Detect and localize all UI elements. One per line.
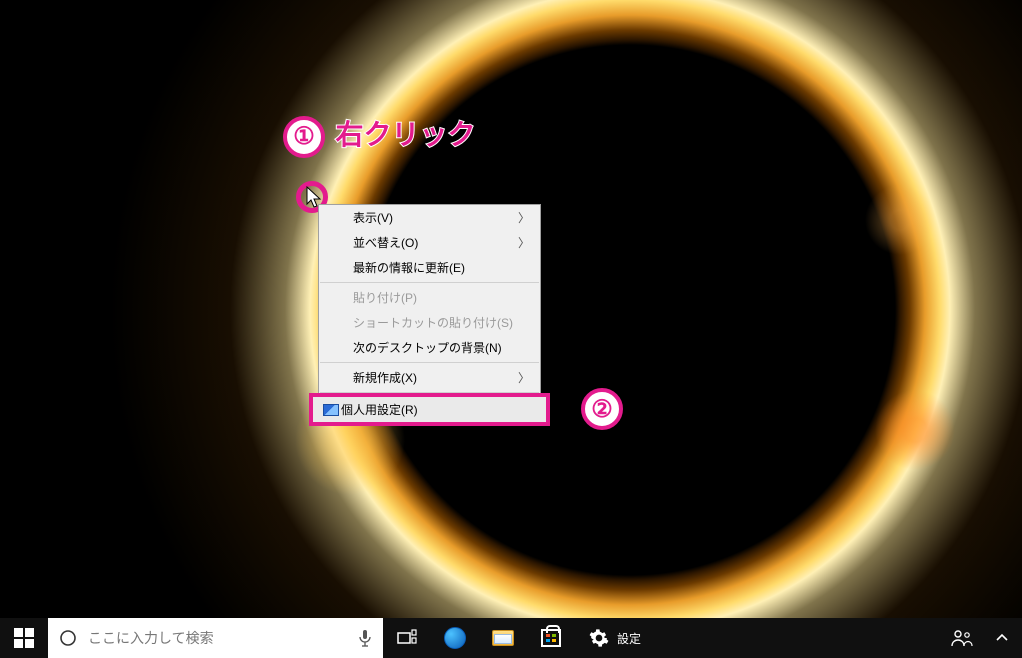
menu-item-paste-shortcut: ショートカットの貼り付け(S) (319, 310, 540, 335)
chevron-right-icon: 〉 (518, 234, 530, 251)
menu-item-label: 個人用設定(R) (341, 401, 418, 418)
search-box[interactable]: ここに入力して検索 (48, 618, 383, 658)
cortana-icon[interactable] (48, 629, 88, 647)
windows-logo-icon (14, 628, 34, 648)
chevron-right-icon: 〉 (518, 369, 530, 386)
desktop-context-menu: 表示(V) 〉 並べ替え(O) 〉 最新の情報に更新(E) 貼り付け(P) ショ… (318, 204, 541, 410)
microphone-icon[interactable] (347, 629, 383, 647)
personalize-icon (323, 404, 339, 416)
start-button[interactable] (0, 618, 48, 658)
system-tray (942, 618, 1022, 658)
menu-item-label: 並べ替え(O) (353, 234, 418, 251)
tray-overflow-button[interactable] (982, 632, 1022, 644)
edge-icon (444, 627, 466, 649)
menu-item-paste: 貼り付け(P) (319, 285, 540, 310)
taskbar-app-store[interactable] (527, 618, 575, 658)
chevron-up-icon (996, 632, 1008, 644)
menu-item-sort[interactable]: 並べ替え(O) 〉 (319, 230, 540, 255)
menu-separator (320, 362, 539, 363)
menu-item-label: 貼り付け(P) (353, 289, 417, 306)
menu-item-label: ショートカットの貼り付け(S) (353, 314, 513, 331)
annotation-1: ① 右クリック (283, 113, 475, 158)
people-icon (951, 629, 973, 647)
store-icon (541, 629, 561, 647)
taskbar-settings-label: 設定 (617, 618, 651, 658)
folder-icon (492, 630, 514, 646)
menu-item-label: 最新の情報に更新(E) (353, 259, 465, 276)
menu-item-label: 次のデスクトップの背景(N) (353, 339, 502, 356)
search-placeholder: ここに入力して検索 (88, 628, 347, 648)
annotation-1-number: ① (283, 116, 325, 158)
menu-separator (320, 282, 539, 283)
menu-item-personalize[interactable]: 個人用設定(R) (309, 393, 550, 426)
taskbar-app-edge[interactable] (431, 618, 479, 658)
taskbar-app-settings[interactable] (575, 618, 623, 658)
menu-item-next-background[interactable]: 次のデスクトップの背景(N) (319, 335, 540, 360)
task-view-button[interactable] (383, 618, 431, 658)
annotation-2: ② (581, 388, 629, 430)
gear-icon (589, 628, 609, 648)
task-view-icon (397, 629, 417, 647)
people-button[interactable] (942, 629, 982, 647)
menu-item-new[interactable]: 新規作成(X) 〉 (319, 365, 540, 390)
menu-item-view[interactable]: 表示(V) 〉 (319, 205, 540, 230)
menu-item-label: 表示(V) (353, 209, 393, 226)
menu-item-label: 新規作成(X) (353, 369, 417, 386)
annotation-2-number: ② (581, 388, 623, 430)
taskbar-app-explorer[interactable] (479, 618, 527, 658)
taskbar: ここに入力して検索 設定 (0, 618, 1022, 658)
menu-item-refresh[interactable]: 最新の情報に更新(E) (319, 255, 540, 280)
chevron-right-icon: 〉 (518, 209, 530, 226)
annotation-1-label: 右クリック (335, 119, 475, 150)
